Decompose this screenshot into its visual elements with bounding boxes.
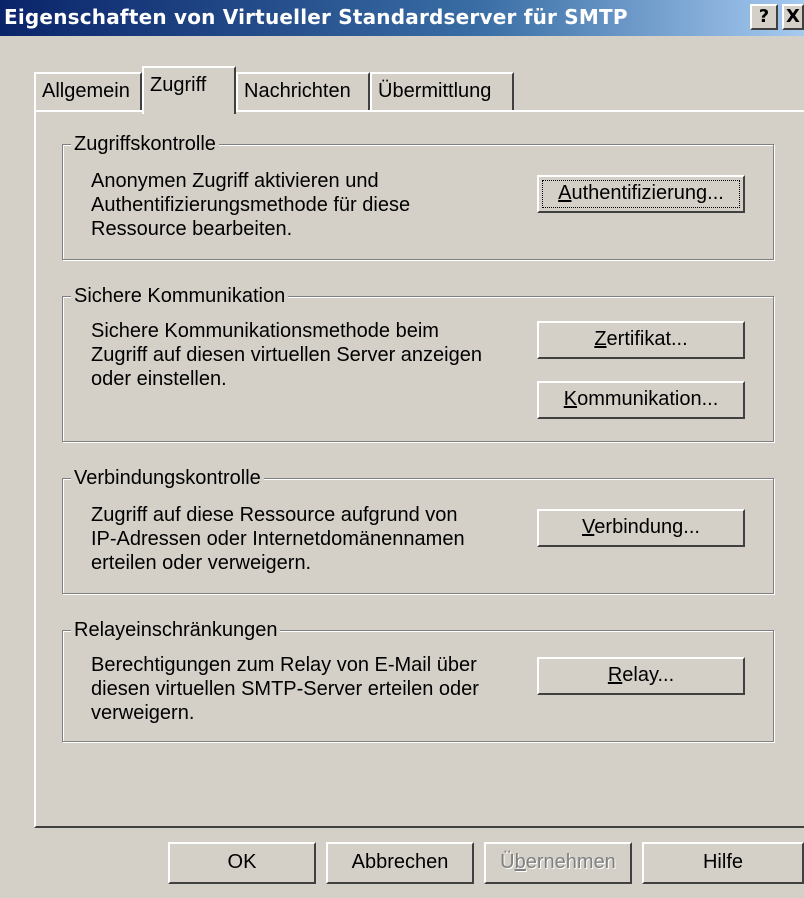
tab-allgemein[interactable]: Allgemein: [34, 72, 142, 112]
ok-button[interactable]: OK: [168, 842, 316, 884]
group-verbindungskontrolle: Verbindungskontrolle Zugriff auf diese R…: [62, 466, 774, 594]
apply-button[interactable]: Übernehmen: [484, 842, 632, 884]
zertifikat-button[interactable]: Zertifikat...: [537, 321, 745, 359]
tab-label: Allgemein: [42, 80, 130, 102]
button-label: Abbrechen: [351, 851, 449, 873]
tab-label: Zugriff: [150, 74, 207, 96]
accelerator-key: A: [558, 182, 572, 204]
group-zugriffskontrolle: Zugriffskontrolle Anonymen Zugriff aktiv…: [62, 132, 774, 260]
help-button[interactable]: ?: [750, 4, 778, 30]
description-line: Ressource bearbeiten.: [91, 218, 293, 240]
group-title: Zugriffskontrolle: [71, 132, 219, 156]
group-description: Sichere Kommunikationsmethode beim Zugri…: [91, 319, 551, 391]
group-relayeinschraenkungen: Relayeinschränkungen Berechtigungen zum …: [62, 618, 774, 742]
group-description: Berechtigungen zum Relay von E-Mail über…: [91, 653, 551, 725]
close-icon: X: [786, 6, 800, 27]
group-description: Zugriff auf diese Ressource aufgrund von…: [91, 503, 531, 575]
tab-label: Übermittlung: [378, 80, 492, 102]
description-line: Zugriff auf diesen virtuellen Server anz…: [91, 344, 482, 366]
cancel-button[interactable]: Abbrechen: [326, 842, 474, 884]
button-label: elay...: [622, 664, 675, 686]
tab-uebermittlung[interactable]: Übermittlung: [370, 72, 514, 112]
kommunikation-button[interactable]: Kommunikation...: [537, 381, 745, 419]
button-label: erbindung...: [594, 516, 700, 538]
tab-zugriff[interactable]: Zugriff: [142, 66, 236, 114]
title-bar: Eigenschaften von Virtueller Standardser…: [0, 0, 804, 36]
group-title: Relayeinschränkungen: [71, 618, 281, 642]
accelerator-key: V: [582, 516, 595, 538]
tab-label: Nachrichten: [244, 80, 351, 102]
button-label: Hilfe: [702, 851, 743, 873]
description-line: erteilen oder verweigern.: [91, 552, 312, 574]
description-line: IP-Adressen oder Internetdomänennamen: [91, 528, 465, 550]
accelerator-key: b: [514, 851, 526, 873]
button-label: uthentifizierung...: [571, 182, 724, 204]
button-label: ommunikation...: [577, 388, 719, 410]
accelerator-key: Z: [594, 328, 607, 350]
button-label: Ü: [500, 851, 515, 873]
accelerator-key: K: [563, 388, 578, 410]
tab-nachrichten[interactable]: Nachrichten: [236, 72, 370, 112]
authentifizierung-button[interactable]: Authentifizierung...: [537, 175, 745, 213]
description-line: Sichere Kommunikationsmethode beim: [91, 320, 439, 342]
description-line: verweigern.: [91, 702, 195, 724]
help-dialog-button[interactable]: Hilfe: [642, 842, 804, 884]
window-title: Eigenschaften von Virtueller Standardser…: [4, 5, 628, 29]
close-button[interactable]: X: [782, 4, 804, 30]
description-line: Authentifizierungsmethode für diese: [91, 194, 411, 216]
description-line: Anonymen Zugriff aktivieren und: [91, 170, 379, 192]
description-line: Zugriff auf diese Ressource aufgrund von: [91, 504, 458, 526]
description-line: diesen virtuellen SMTP-Server erteilen o…: [91, 678, 479, 700]
group-description: Anonymen Zugriff aktivieren und Authenti…: [91, 169, 531, 241]
group-title: Verbindungskontrolle: [71, 466, 264, 490]
button-label: ernehmen: [525, 851, 616, 873]
relay-button[interactable]: Relay...: [537, 657, 745, 695]
description-line: oder einstellen.: [91, 368, 227, 390]
description-line: Berechtigungen zum Relay von E-Mail über: [91, 654, 477, 676]
accelerator-key: R: [607, 664, 623, 686]
button-label: ertifikat...: [606, 328, 688, 350]
verbindung-button[interactable]: Verbindung...: [537, 509, 745, 547]
button-label: OK: [227, 851, 257, 873]
group-title: Sichere Kommunikation: [71, 284, 289, 308]
group-sichere-kommunikation: Sichere Kommunikation Sichere Kommunikat…: [62, 284, 774, 442]
help-icon: ?: [758, 6, 770, 27]
